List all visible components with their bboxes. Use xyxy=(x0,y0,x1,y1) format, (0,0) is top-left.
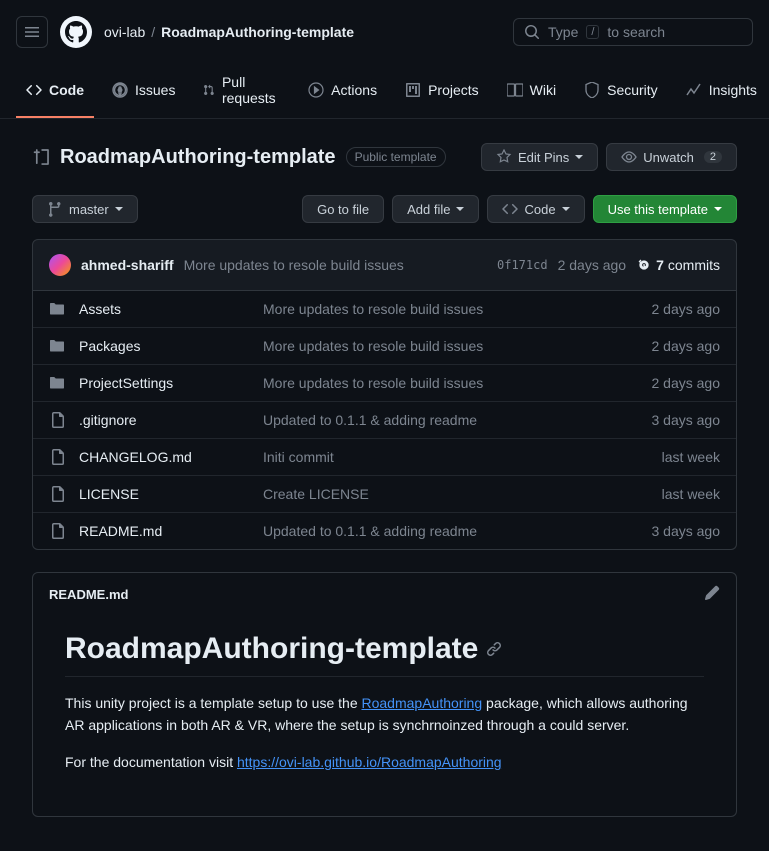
repo-visibility-badge: Public template xyxy=(346,147,446,167)
file-name[interactable]: .gitignore xyxy=(79,412,249,428)
file-row: ProjectSettings More updates to resole bu… xyxy=(33,364,736,401)
watch-count: 2 xyxy=(704,151,722,163)
tab-wiki[interactable]: Wiki xyxy=(497,64,566,118)
link-icon[interactable] xyxy=(486,641,502,657)
caret-down-icon xyxy=(456,207,464,211)
file-icon xyxy=(49,412,65,428)
folder-icon xyxy=(49,375,65,391)
breadcrumb-separator: / xyxy=(151,24,155,40)
file-icon xyxy=(49,486,65,502)
file-time: 3 days ago xyxy=(652,523,721,539)
tab-insights[interactable]: Insights xyxy=(676,64,767,118)
file-time: last week xyxy=(662,449,720,465)
readme-title: RoadmapAuthoring-template xyxy=(65,632,704,677)
file-commit-message[interactable]: More updates to resole build issues xyxy=(263,301,638,317)
tab-code[interactable]: Code xyxy=(16,64,94,118)
file-time: 2 days ago xyxy=(652,301,721,317)
file-row: .gitignore Updated to 0.1.1 & adding read… xyxy=(33,401,736,438)
unwatch-button[interactable]: Unwatch 2 xyxy=(606,143,737,171)
file-row: LICENSE Create LICENSE last week xyxy=(33,475,736,512)
readme-link-docs[interactable]: https://ovi-lab.github.io/RoadmapAuthori… xyxy=(237,754,502,770)
file-commit-message[interactable]: Create LICENSE xyxy=(263,486,648,502)
file-row: README.md Updated to 0.1.1 & adding readm… xyxy=(33,512,736,549)
avatar[interactable] xyxy=(49,254,71,276)
file-name[interactable]: Assets xyxy=(79,301,249,317)
hamburger-menu[interactable] xyxy=(16,16,48,48)
tab-actions[interactable]: Actions xyxy=(298,64,387,118)
folder-icon xyxy=(49,301,65,317)
file-row: CHANGELOG.md Initi commit last week xyxy=(33,438,736,475)
tab-issues[interactable]: Issues xyxy=(102,64,185,118)
commits-link[interactable]: 7 commits xyxy=(636,257,720,273)
file-name[interactable]: CHANGELOG.md xyxy=(79,449,249,465)
readme-link-package[interactable]: RoadmapAuthoring xyxy=(362,695,483,711)
breadcrumb-repo[interactable]: RoadmapAuthoring-template xyxy=(161,24,354,40)
breadcrumb-owner[interactable]: ovi-lab xyxy=(104,24,145,40)
file-row: Packages More updates to resole build iss… xyxy=(33,327,736,364)
tab-projects[interactable]: Projects xyxy=(395,64,489,118)
tab-pull-requests[interactable]: Pull requests xyxy=(193,64,290,118)
file-commit-message[interactable]: Updated to 0.1.1 & adding readme xyxy=(263,412,638,428)
caret-down-icon xyxy=(115,207,123,211)
breadcrumb: ovi-lab / RoadmapAuthoring-template xyxy=(104,24,501,40)
caret-down-icon xyxy=(575,155,583,159)
file-commit-message[interactable]: Initi commit xyxy=(263,449,648,465)
search-input[interactable]: Type / to search xyxy=(513,18,753,46)
commit-time: 2 days ago xyxy=(558,257,627,273)
tab-security[interactable]: Security xyxy=(574,64,668,118)
file-name[interactable]: ProjectSettings xyxy=(79,375,249,391)
code-button[interactable]: Code xyxy=(487,195,584,223)
edit-pins-button[interactable]: Edit Pins xyxy=(481,143,598,171)
file-commit-message[interactable]: More updates to resole build issues xyxy=(263,375,638,391)
file-commit-message[interactable]: More updates to resole build issues xyxy=(263,338,638,354)
caret-down-icon xyxy=(714,207,722,211)
file-time: 3 days ago xyxy=(652,412,721,428)
file-time: 2 days ago xyxy=(652,375,721,391)
commit-message[interactable]: More updates to resole build issues xyxy=(184,257,487,273)
file-icon xyxy=(49,449,65,465)
commit-author[interactable]: ahmed-shariff xyxy=(81,257,174,273)
github-logo[interactable] xyxy=(60,16,92,48)
add-file-button[interactable]: Add file xyxy=(392,195,479,223)
repo-template-icon xyxy=(32,148,50,166)
use-template-button[interactable]: Use this template xyxy=(593,195,737,223)
file-name[interactable]: README.md xyxy=(79,523,249,539)
file-time: 2 days ago xyxy=(652,338,721,354)
branch-selector[interactable]: master xyxy=(32,195,138,223)
folder-icon xyxy=(49,338,65,354)
repo-name: RoadmapAuthoring-template xyxy=(60,146,336,169)
file-icon xyxy=(49,523,65,539)
search-prefix: Type xyxy=(548,24,578,40)
readme-paragraph: For the documentation visit https://ovi-… xyxy=(65,752,704,774)
readme-paragraph: This unity project is a template setup t… xyxy=(65,693,704,736)
latest-commit-bar: ahmed-shariff More updates to resole bui… xyxy=(32,239,737,291)
file-name[interactable]: LICENSE xyxy=(79,486,249,502)
readme-filename[interactable]: README.md xyxy=(49,587,128,602)
commit-sha[interactable]: 0f171cd xyxy=(497,258,548,272)
go-to-file-button[interactable]: Go to file xyxy=(302,195,384,223)
file-row: Assets More updates to resole build issue… xyxy=(33,291,736,327)
file-time: last week xyxy=(662,486,720,502)
edit-readme-button[interactable] xyxy=(704,585,720,604)
search-key-hint: / xyxy=(586,25,599,39)
file-name[interactable]: Packages xyxy=(79,338,249,354)
file-commit-message[interactable]: Updated to 0.1.1 & adding readme xyxy=(263,523,638,539)
search-suffix: to search xyxy=(607,24,665,40)
caret-down-icon xyxy=(562,207,570,211)
